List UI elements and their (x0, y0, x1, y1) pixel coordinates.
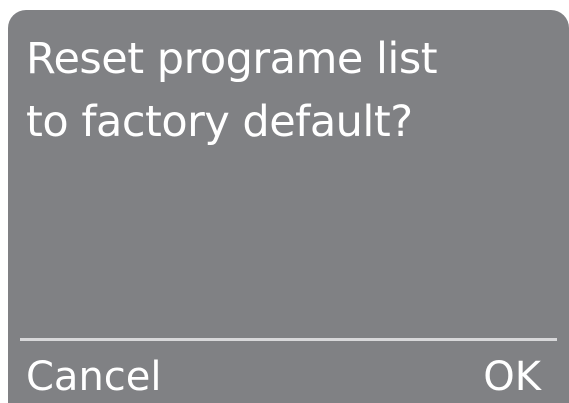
ok-button[interactable]: OK (483, 354, 541, 400)
dialog-message-line-1: Reset programe list (26, 34, 438, 84)
dialog-message: Reset programe list to factory default? (26, 28, 546, 154)
dialog-divider (20, 338, 557, 341)
cancel-button[interactable]: Cancel (26, 354, 162, 400)
reset-confirmation-dialog: Reset programe list to factory default? … (8, 10, 569, 403)
dialog-message-line-2: to factory default? (26, 97, 413, 147)
